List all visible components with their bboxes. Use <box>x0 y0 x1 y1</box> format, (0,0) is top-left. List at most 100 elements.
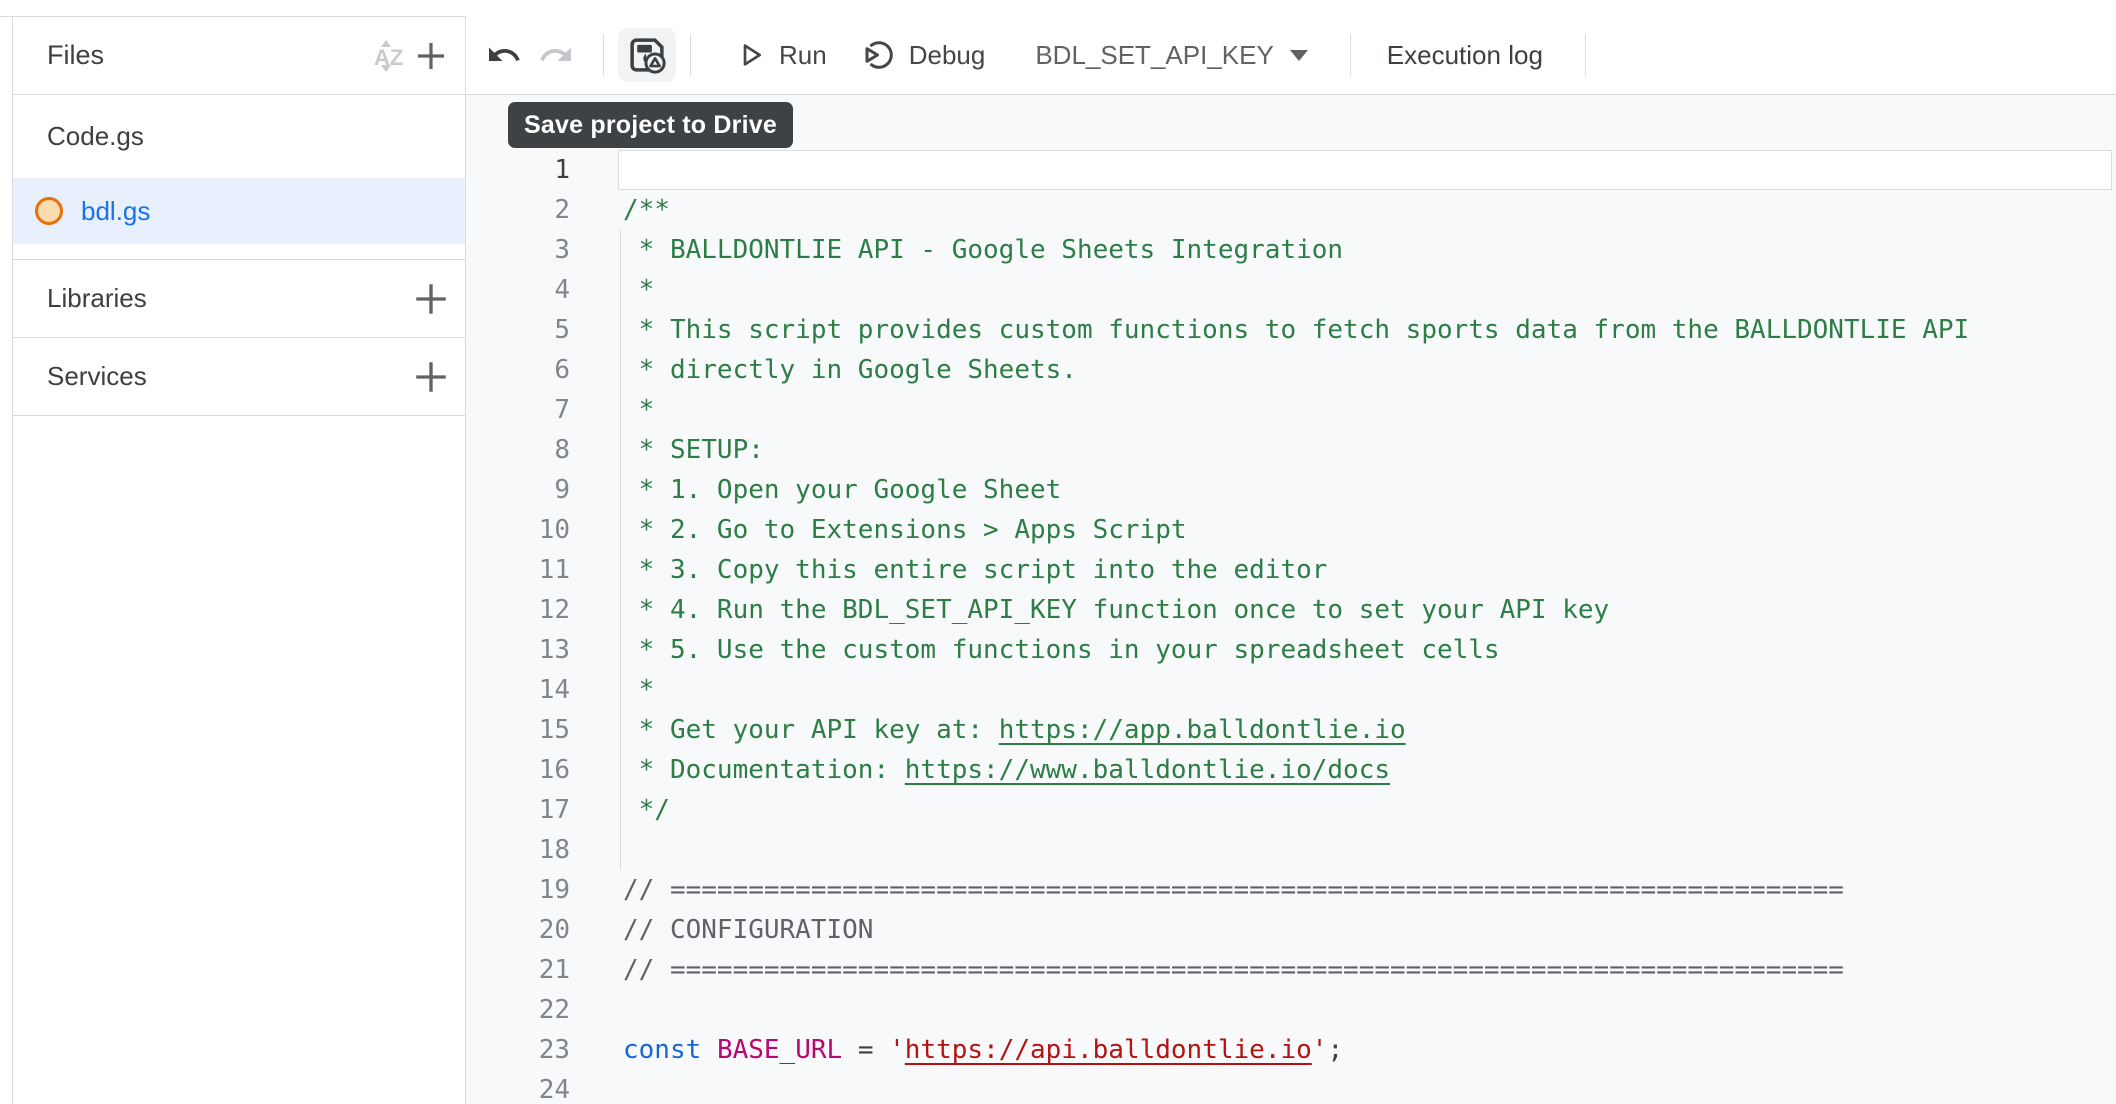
services-label: Services <box>47 361 147 392</box>
code-line[interactable]: 18 <box>466 830 2116 870</box>
line-text: * <box>623 670 654 710</box>
execution-log-button[interactable]: Execution log <box>1387 40 1543 71</box>
files-section-divider <box>13 244 465 260</box>
line-number: 21 <box>466 950 570 990</box>
code-token: * SETUP: <box>623 435 764 465</box>
code-line[interactable]: 5 * This script provides custom function… <box>466 310 2116 350</box>
add-library-button[interactable] <box>409 277 453 321</box>
code-line[interactable]: 17 */ <box>466 790 2116 830</box>
file-item-bdl-gs-selected[interactable]: bdl.gs <box>13 178 465 244</box>
code-line[interactable]: 21 // ===================================… <box>466 950 2116 990</box>
save-project-button[interactable] <box>618 28 676 82</box>
undo-button[interactable] <box>482 33 526 77</box>
code-token: * BALLDONTLIE API - Google Sheets Integr… <box>623 235 1343 265</box>
selected-function-name: BDL_SET_API_KEY <box>1035 40 1273 71</box>
code-line[interactable]: 19// ===================================… <box>466 870 2116 910</box>
code-line[interactable]: 4 * <box>466 270 2116 310</box>
code-line[interactable]: 8 * SETUP: <box>466 430 2116 470</box>
code-lines-container: 12/**3 * BALLDONTLIE API - Google Sheets… <box>466 150 2116 1104</box>
code-line[interactable]: 20// CONFIGURATION <box>466 910 2116 950</box>
line-number: 17 <box>466 790 570 830</box>
line-text: * <box>623 390 654 430</box>
code-token: * 4. Run the BDL_SET_API_KEY function on… <box>623 595 1609 625</box>
code-line[interactable]: 24 <box>466 1070 2116 1104</box>
add-service-button[interactable] <box>409 355 453 399</box>
line-text: /** <box>623 190 670 230</box>
line-number: 18 <box>466 830 570 870</box>
line-number: 10 <box>466 510 570 550</box>
line-text: * This script provides custom functions … <box>623 310 1969 350</box>
code-line[interactable]: 1 <box>466 150 2116 190</box>
code-line[interactable]: 11 * 3. Copy this entire script into the… <box>466 550 2116 590</box>
line-number: 22 <box>466 990 570 1030</box>
code-token: /** <box>623 195 670 225</box>
line-text: * directly in Google Sheets. <box>623 350 1077 390</box>
line-number: 8 <box>466 430 570 470</box>
run-label: Run <box>779 40 827 71</box>
toolbar-divider <box>690 34 691 76</box>
redo-button[interactable] <box>534 33 578 77</box>
libraries-label: Libraries <box>47 283 147 314</box>
editor-toolbar: Run Debug BDL_SET_API_KEY Execution log <box>466 16 2116 95</box>
code-token: * <box>623 275 654 305</box>
code-line[interactable]: 9 * 1. Open your Google Sheet <box>466 470 2116 510</box>
run-button[interactable]: Run <box>735 39 827 71</box>
line-text: * 4. Run the BDL_SET_API_KEY function on… <box>623 590 1609 630</box>
services-section: Services <box>13 338 465 416</box>
debug-label: Debug <box>909 40 986 71</box>
code-line[interactable]: 7 * <box>466 390 2116 430</box>
save-to-drive-icon <box>626 34 668 76</box>
code-line[interactable]: 23const BASE_URL = 'https://api.balldont… <box>466 1030 2116 1070</box>
code-token: // =====================================… <box>623 955 1844 985</box>
code-token: = <box>842 1035 889 1065</box>
save-tooltip: Save project to Drive <box>508 102 793 148</box>
code-line[interactable]: 16 * Documentation: https://www.balldont… <box>466 750 2116 790</box>
code-token: * 3. Copy this entire script into the ed… <box>623 555 1327 585</box>
function-selector-dropdown[interactable]: BDL_SET_API_KEY <box>1035 40 1307 71</box>
sort-files-button[interactable]: AZ <box>365 34 409 78</box>
code-line[interactable]: 15 * Get your API key at: https://app.ba… <box>466 710 2116 750</box>
code-token: * 2. Go to Extensions > Apps Script <box>623 515 1187 545</box>
line-text: // CONFIGURATION <box>623 910 873 950</box>
code-token: * 5. Use the custom functions in your sp… <box>623 635 1500 665</box>
line-number: 3 <box>466 230 570 270</box>
line-text: // =====================================… <box>623 950 1844 990</box>
code-line[interactable]: 12 * 4. Run the BDL_SET_API_KEY function… <box>466 590 2116 630</box>
files-title: Files <box>47 40 104 71</box>
line-text: * 5. Use the custom functions in your sp… <box>623 630 1500 670</box>
az-sort-icon: AZ <box>365 34 409 78</box>
code-line[interactable]: 13 * 5. Use the custom functions in your… <box>466 630 2116 670</box>
line-number: 15 <box>466 710 570 750</box>
code-token: https://www.balldontlie.io/docs <box>905 755 1390 785</box>
code-token: * Documentation: <box>623 755 905 785</box>
code-token: https://api.balldontlie.io <box>905 1035 1312 1065</box>
add-file-button[interactable] <box>409 34 453 78</box>
code-line[interactable]: 6 * directly in Google Sheets. <box>466 350 2116 390</box>
line-number: 14 <box>466 670 570 710</box>
code-line[interactable]: 3 * BALLDONTLIE API - Google Sheets Inte… <box>466 230 2116 270</box>
code-line[interactable]: 2/** <box>466 190 2116 230</box>
line-number: 23 <box>466 1030 570 1070</box>
code-line[interactable]: 22 <box>466 990 2116 1030</box>
plus-icon <box>411 357 451 397</box>
code-line[interactable]: 10 * 2. Go to Extensions > Apps Script <box>466 510 2116 550</box>
code-line[interactable]: 14 * <box>466 670 2116 710</box>
code-token <box>701 1035 717 1065</box>
line-text: */ <box>623 790 670 830</box>
code-token: */ <box>623 795 670 825</box>
line-text: * Documentation: https://www.balldontlie… <box>623 750 1390 790</box>
code-token: * Get your API key at: <box>623 715 999 745</box>
line-text: * BALLDONTLIE API - Google Sheets Integr… <box>623 230 1343 270</box>
debug-button[interactable]: Debug <box>861 37 986 73</box>
line-number: 9 <box>466 470 570 510</box>
file-item-code-gs[interactable]: Code.gs <box>13 95 465 178</box>
line-text: * 2. Go to Extensions > Apps Script <box>623 510 1187 550</box>
code-token: * <box>623 675 654 705</box>
code-editor[interactable]: 12/**3 * BALLDONTLIE API - Google Sheets… <box>466 95 2116 1104</box>
code-token: * This script provides custom functions … <box>623 315 1969 345</box>
code-token: ' <box>889 1035 905 1065</box>
code-token: // =====================================… <box>623 875 1844 905</box>
line-text: * SETUP: <box>623 430 764 470</box>
line-number: 13 <box>466 630 570 670</box>
code-token: const <box>623 1035 701 1065</box>
